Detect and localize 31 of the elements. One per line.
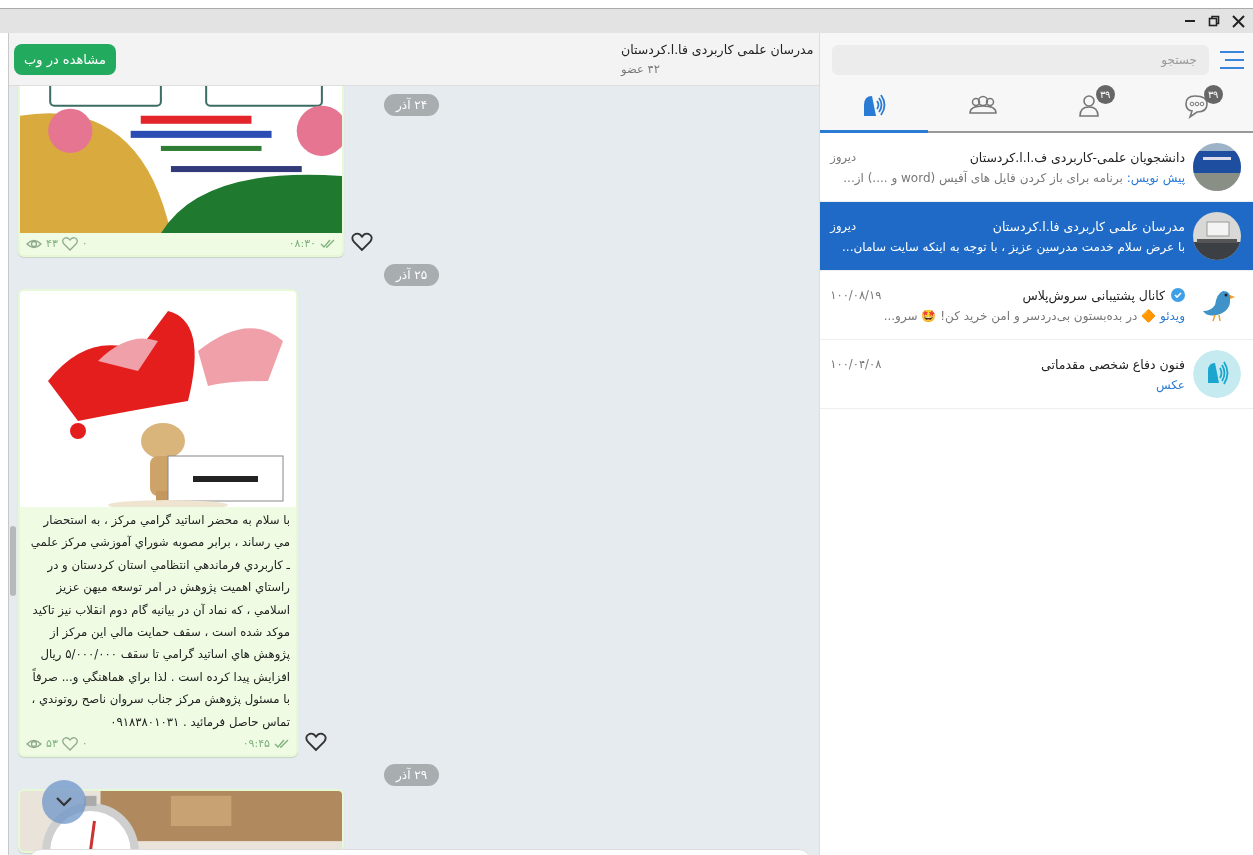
chats-tab[interactable]: ۳۹: [1144, 81, 1253, 133]
message-text: با سلام به محضر اساتيد گرامي مركز ، به استحضار مي رساند ، برابر مصوبه شوراي آموزشي مركز علمي ـ كاربردي فرماندهي انتظامي استان كردستان و در راستاي اهميت پژوهش در امر توسعه ميهن عزيز اسلامي ، كه نماد آن در بيانيه گام دوم انقلاب نيز تاكيد موكد شده است ، سقف حمايت مالي اين مركز از پژوهش هاي اساتيد گرامي تا سقف ۵/۰۰۰/۰۰۰ ريال افزايش پيدا كرده است . لذا براي هماهنگي و... صرفاً با مسئول پژوهش مركز جناب سروان ناصح روتوندي ، تماس حاصل فرمائيد . ۰۹۱۸۳۸۰۱۰۳۱: [29, 512, 291, 732]
message-preview: با عرض سلام خدمت مدرسین عزیز ، با توجه به اینکه سایت سامان...: [842, 239, 1185, 254]
search-field[interactable]: جستجو: [832, 45, 1209, 75]
date-label: ۲۵ آذر: [384, 264, 440, 286]
message-preview: ویدئو 🔶 در بده‌بستون بی‌دردسر و امن خرید کن! 🤩 سرو...: [883, 308, 1185, 323]
member-count: ۴۲ عضو: [621, 62, 660, 76]
message-preview: عکس: [1155, 377, 1185, 392]
view-count: ۴۳: [46, 237, 58, 250]
date-label: ۲۴ آذر: [384, 94, 440, 116]
chat-time: ۱۰۰/۰۸/۱۹: [830, 288, 882, 302]
chat-time: دیروز: [830, 150, 857, 164]
chat-time: ۱۰۰/۰۴/۰۸: [830, 357, 882, 371]
like-count: ۰: [81, 737, 88, 751]
view-count: ۵۳: [46, 737, 58, 751]
message-time: ۰۹:۴۵: [242, 737, 270, 751]
like-count: ۰: [81, 237, 88, 250]
chat-name: فنون دفاع شخصی مقدماتی: [1041, 356, 1185, 372]
view-on-web-button[interactable]: مشاهده در وب: [14, 43, 116, 75]
contacts-tab[interactable]: ۳۹: [1036, 81, 1145, 133]
chat-name: دانشجویان علمی-کاربردی ف.ا.ا.کردستان: [969, 149, 1185, 165]
date-label: ۲۹ آذر: [384, 764, 440, 787]
message-time: ۰۸:۳۰: [288, 237, 316, 250]
chat-title: مدرسان علمی کاربردی فا.ا.کردستان: [621, 42, 814, 57]
chat-time: دیروز: [830, 219, 857, 233]
chat-list-item[interactable]: مدرسان علمی کاربردی فا.ا.کردستان دیروز با عرض سلام خدمت مدرسین عزیز ، با توجه به اینکه سایت سامان...: [820, 202, 1253, 271]
chat-name: کانال پشتیبانی سروش‌پلاس: [1022, 287, 1165, 303]
unread-badge: ۳۹: [1203, 84, 1223, 104]
unread-badge: ۳۹: [1095, 84, 1115, 104]
message-preview: پیش نویس: برنامه برای باز کردن فایل های آفیس (word و ....) از...: [843, 170, 1185, 185]
chat-name: مدرسان علمی کاربردی فا.ا.کردستان: [992, 218, 1185, 234]
